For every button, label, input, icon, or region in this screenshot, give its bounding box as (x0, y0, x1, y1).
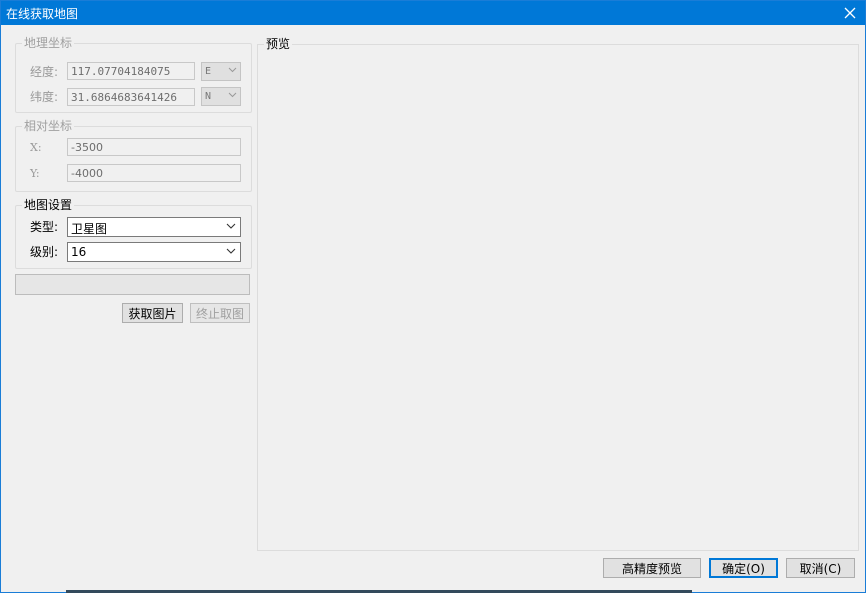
longitude-label: 经度: (30, 65, 59, 79)
x-label: X: (30, 141, 42, 154)
map-type-select[interactable]: 卫星图 (67, 217, 241, 237)
close-icon (844, 7, 856, 19)
longitude-direction-value: E (205, 66, 212, 77)
map-level-label: 级别: (30, 245, 59, 259)
latitude-direction-value: N (205, 91, 212, 102)
map-level-value: 16 (71, 245, 87, 259)
longitude-field[interactable]: 117.07704184075 (67, 62, 195, 80)
map-type-label: 类型: (30, 220, 59, 234)
hq-preview-button[interactable]: 高精度预览 (603, 558, 701, 578)
title-bar[interactable]: 在线获取地图 (1, 1, 865, 25)
fetch-image-button[interactable]: 获取图片 (122, 303, 183, 323)
relative-coordinates-group: 相对坐标 (15, 119, 252, 192)
window-title: 在线获取地图 (6, 7, 79, 21)
latitude-label: 纬度: (30, 90, 59, 104)
stop-fetch-button[interactable]: 终止取图 (190, 303, 250, 323)
geo-coordinates-legend: 地理坐标 (22, 36, 75, 50)
longitude-direction-select[interactable]: E (201, 62, 241, 81)
preview-area (258, 45, 858, 550)
x-field[interactable]: -3500 (67, 138, 241, 156)
latitude-field[interactable]: 31.6864683641426 (67, 88, 195, 106)
chevron-down-icon (226, 248, 236, 254)
map-type-value: 卫星图 (71, 222, 108, 236)
online-map-dialog: 在线获取地图 地理坐标 经度: 117.07704184075 E 纬度: 31… (0, 0, 866, 593)
relative-coordinates-legend: 相对坐标 (22, 119, 75, 133)
ok-button[interactable]: 确定(O) (709, 558, 778, 578)
chevron-down-icon (228, 92, 237, 98)
latitude-direction-select[interactable]: N (201, 87, 241, 106)
close-button[interactable] (835, 1, 865, 25)
download-progress-bar (15, 274, 250, 295)
map-settings-legend: 地图设置 (22, 198, 75, 212)
cancel-button[interactable]: 取消(C) (786, 558, 855, 578)
chevron-down-icon (226, 223, 236, 229)
chevron-down-icon (228, 67, 237, 73)
y-field[interactable]: -4000 (67, 164, 241, 182)
map-level-select[interactable]: 16 (67, 242, 241, 262)
y-label: Y: (30, 167, 40, 180)
preview-group: 预览 (257, 37, 859, 551)
